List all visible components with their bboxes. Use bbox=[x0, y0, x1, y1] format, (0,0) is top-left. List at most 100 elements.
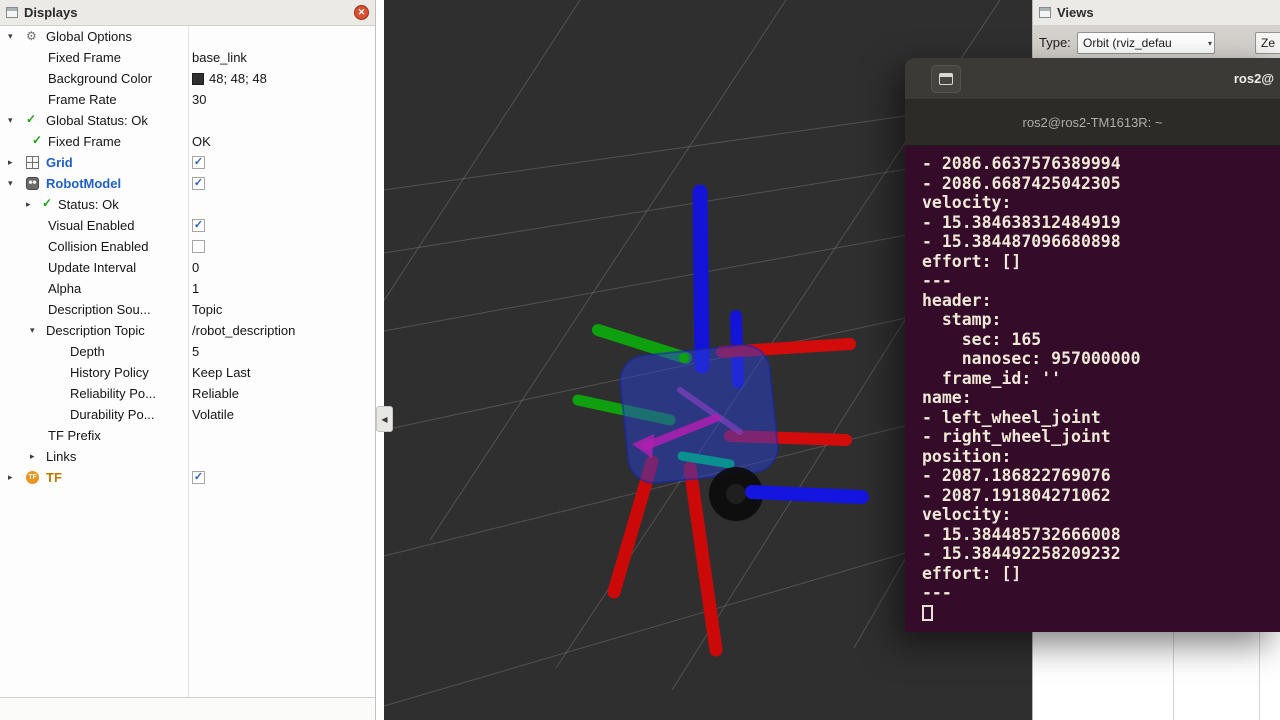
terminal-output[interactable]: - 2086.6637576389994- 2086.6687425042305… bbox=[905, 146, 1280, 632]
property-label: Grid bbox=[46, 152, 73, 173]
terminal-window-title: ros2@ bbox=[1234, 58, 1274, 100]
terminal-line: - 15.384485732666008 bbox=[922, 525, 1280, 545]
property-value[interactable]: base_link bbox=[192, 47, 247, 68]
property-column-divider[interactable] bbox=[188, 26, 189, 697]
property-value[interactable]: Keep Last bbox=[192, 362, 251, 383]
new-tab-icon bbox=[939, 73, 953, 85]
property-value[interactable]: 1 bbox=[192, 278, 199, 299]
terminal-line: - 2086.6687425042305 bbox=[922, 174, 1280, 194]
terminal-tab-title: ros2@ros2-TM1613R: ~ bbox=[1023, 115, 1163, 130]
checkbox-unchecked[interactable] bbox=[192, 240, 205, 253]
terminal-line: - 2086.6637576389994 bbox=[922, 154, 1280, 174]
terminal-line: effort: [] bbox=[922, 252, 1280, 272]
panel-window-icon bbox=[6, 7, 18, 18]
terminal-line: - 15.384487096680898 bbox=[922, 232, 1280, 252]
checkbox-checked[interactable]: ✓ bbox=[192, 471, 205, 484]
terminal-titlebar[interactable]: ros2@ bbox=[905, 58, 1280, 100]
terminal-line: - left_wheel_joint bbox=[922, 408, 1280, 428]
check-icon: ✓ bbox=[42, 197, 55, 210]
terminal-line: - 15.384638312484919 bbox=[922, 213, 1280, 233]
checkbox-checked[interactable]: ✓ bbox=[192, 156, 205, 169]
terminal-line: name: bbox=[922, 388, 1280, 408]
terminal-line: --- bbox=[922, 583, 1280, 603]
views-panel-titlebar[interactable]: Views bbox=[1033, 0, 1280, 26]
chevron-down-icon: ▾ bbox=[1208, 33, 1212, 54]
property-label: Collision Enabled bbox=[48, 236, 148, 257]
wheel-hub bbox=[726, 484, 746, 504]
terminal-line: velocity: bbox=[922, 193, 1280, 213]
terminal-line: nanosec: 957000000 bbox=[922, 349, 1280, 369]
property-value[interactable]: 30 bbox=[192, 89, 206, 110]
expand-arrow-icon[interactable]: ▸ bbox=[8, 467, 13, 488]
property-value[interactable]: 0 bbox=[192, 257, 199, 278]
terminal-line: position: bbox=[922, 447, 1280, 467]
property-label: Depth bbox=[70, 341, 105, 362]
robot-icon bbox=[26, 177, 39, 190]
property-value[interactable]: Topic bbox=[192, 299, 222, 320]
property-value[interactable]: 48; 48; 48 bbox=[192, 68, 267, 89]
displays-panel-bottom bbox=[0, 697, 375, 720]
new-tab-button[interactable] bbox=[931, 65, 961, 93]
property-label: Update Interval bbox=[48, 257, 136, 278]
collapse-arrow-icon[interactable]: ▾ bbox=[8, 26, 13, 47]
property-label: Fixed Frame bbox=[48, 131, 121, 152]
property-label: Global Status: Ok bbox=[46, 110, 148, 131]
checkbox-checked[interactable]: ✓ bbox=[192, 219, 205, 232]
displays-close-button[interactable]: ✕ bbox=[354, 5, 369, 20]
joint-dot-green bbox=[679, 353, 689, 363]
collapse-arrow-icon[interactable]: ▾ bbox=[8, 110, 13, 131]
property-label: RobotModel bbox=[46, 173, 121, 194]
terminal-line: frame_id: '' bbox=[922, 369, 1280, 389]
displays-panel: Displays ✕ ▾⚙Global OptionsFixed Frameba… bbox=[0, 0, 376, 720]
checkbox-checked[interactable]: ✓ bbox=[192, 177, 205, 190]
robot-body bbox=[618, 343, 781, 486]
terminal-window: ros2@ ros2@ros2-TM1613R: ~ - 2086.663757… bbox=[905, 58, 1280, 632]
property-label: TF bbox=[46, 467, 62, 488]
property-label: Alpha bbox=[48, 278, 81, 299]
property-value[interactable]: 5 bbox=[192, 341, 199, 362]
close-icon: ✕ bbox=[358, 7, 366, 17]
view-type-select[interactable]: Orbit (rviz_defau ▾ bbox=[1077, 32, 1215, 54]
view-type-label: Type: bbox=[1039, 30, 1071, 56]
gear-icon: ⚙ bbox=[26, 28, 39, 41]
terminal-tabbar[interactable]: ros2@ros2-TM1613R: ~ bbox=[905, 100, 1280, 146]
property-label: Frame Rate bbox=[48, 89, 117, 110]
tf-axis-blue-right bbox=[752, 492, 862, 497]
collapse-arrow-icon[interactable]: ▾ bbox=[30, 320, 35, 341]
terminal-line: --- bbox=[922, 271, 1280, 291]
grid-icon bbox=[26, 156, 39, 169]
expand-arrow-icon[interactable]: ▸ bbox=[30, 446, 35, 467]
collapse-arrow-icon[interactable]: ▾ bbox=[8, 173, 13, 194]
terminal-line: stamp: bbox=[922, 310, 1280, 330]
tf-icon: TF bbox=[26, 471, 39, 484]
terminal-line: velocity: bbox=[922, 505, 1280, 525]
robot-model bbox=[578, 192, 862, 650]
terminal-line: - right_wheel_joint bbox=[922, 427, 1280, 447]
property-label: Description Topic bbox=[46, 320, 145, 341]
terminal-line: effort: [] bbox=[922, 564, 1280, 584]
property-value[interactable]: Reliable bbox=[192, 383, 239, 404]
property-value[interactable]: Volatile bbox=[192, 404, 234, 425]
color-swatch bbox=[192, 73, 204, 85]
property-label: Reliability Po... bbox=[70, 383, 156, 404]
property-label: Visual Enabled bbox=[48, 215, 135, 236]
property-value[interactable]: OK bbox=[192, 131, 211, 152]
check-icon: ✓ bbox=[32, 134, 45, 147]
displays-panel-titlebar[interactable]: Displays ✕ bbox=[0, 0, 375, 26]
property-label: History Policy bbox=[70, 362, 149, 383]
property-value[interactable]: /robot_description bbox=[192, 320, 295, 341]
terminal-line: - 2087.186822769076 bbox=[922, 466, 1280, 486]
panel-window-icon bbox=[1039, 7, 1051, 18]
terminal-line: sec: 165 bbox=[922, 330, 1280, 350]
expand-arrow-icon[interactable]: ▸ bbox=[8, 152, 13, 173]
collapse-left-icon: ◀ bbox=[381, 415, 387, 424]
panel-collapse-handle[interactable]: ◀ bbox=[376, 406, 393, 432]
expand-arrow-icon[interactable]: ▸ bbox=[26, 194, 31, 215]
terminal-line: - 2087.191804271062 bbox=[922, 486, 1280, 506]
terminal-line: - 15.384492258209232 bbox=[922, 544, 1280, 564]
check-icon: ✓ bbox=[26, 113, 39, 126]
zero-button-label: Ze bbox=[1261, 36, 1275, 50]
zero-button[interactable]: Ze bbox=[1255, 32, 1280, 54]
property-label: Fixed Frame bbox=[48, 47, 121, 68]
tf-axis-blue-up-tall bbox=[700, 192, 702, 366]
